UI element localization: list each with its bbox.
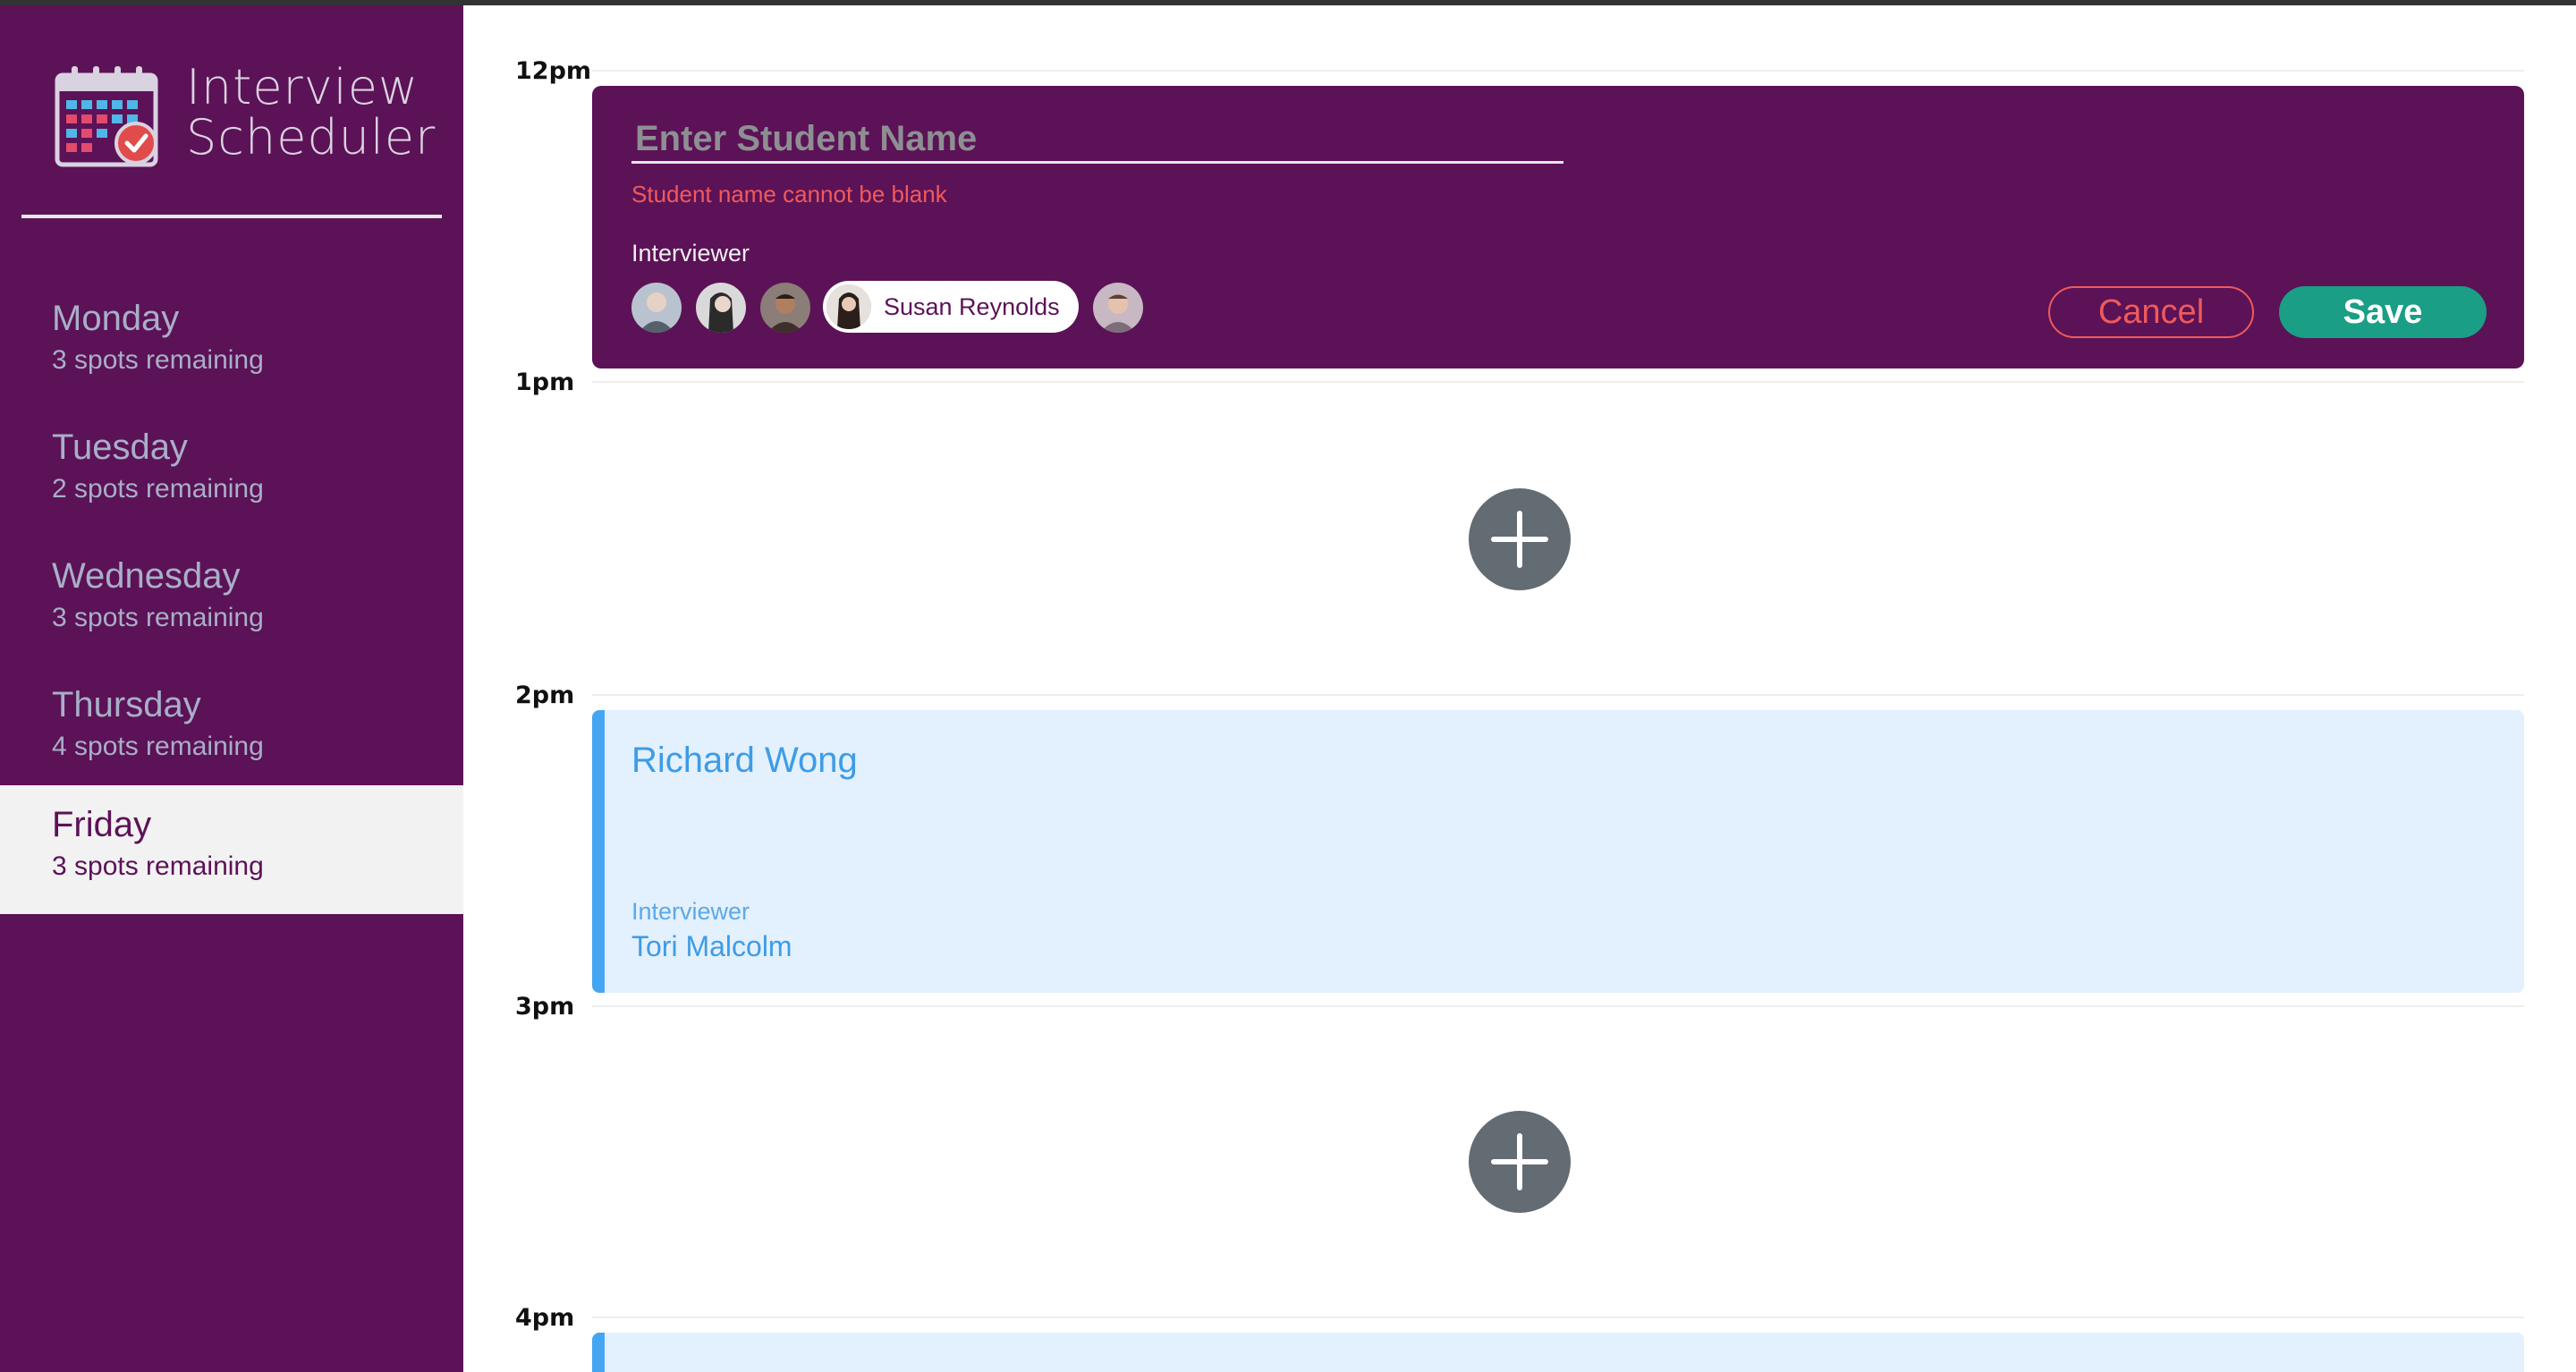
app-title: Interview Scheduler — [186, 63, 436, 163]
day-spots: 3 spots remaining — [52, 851, 264, 881]
plus-icon — [1491, 1133, 1548, 1190]
day-name: Thursday — [52, 685, 201, 724]
appointment-interviewer: Tori Malcolm — [631, 930, 792, 962]
appointment-accent-bar — [592, 1333, 605, 1372]
day-item-friday[interactable]: Friday 3 spots remaining — [0, 785, 463, 914]
app-title-line1: Interview — [186, 59, 419, 115]
time-divider — [592, 1317, 2524, 1318]
day-item-monday[interactable]: Monday 3 spots remaining — [0, 279, 463, 408]
appointment-accent-bar — [592, 710, 605, 993]
appointment-card[interactable] — [592, 1333, 2524, 1372]
day-item-tuesday[interactable]: Tuesday 2 spots remaining — [0, 408, 463, 537]
sidebar: Interview Scheduler Monday 3 spots remai… — [0, 5, 463, 1372]
sidebar-divider — [21, 215, 442, 218]
selected-interviewer[interactable]: Susan Reynolds — [823, 281, 1079, 333]
time-divider — [592, 381, 2524, 383]
appointment-interviewer-label: Interviewer — [631, 898, 750, 925]
person-icon — [708, 292, 733, 333]
selected-interviewer-name: Susan Reynolds — [884, 293, 1060, 320]
interviewer-label: Interviewer — [631, 240, 750, 267]
day-spots: 3 spots remaining — [52, 603, 264, 632]
person-icon — [639, 292, 674, 333]
day-name: Friday — [52, 805, 152, 844]
day-item-wednesday[interactable]: Wednesday 3 spots remaining — [0, 537, 463, 665]
save-button[interactable]: Save — [2279, 286, 2487, 338]
appointment-card[interactable]: Richard Wong Interviewer Tori Malcolm — [592, 710, 2524, 993]
person-icon — [826, 284, 871, 329]
time-label-12pm: 12pm — [515, 57, 592, 85]
time-label-4pm: 4pm — [515, 1304, 575, 1332]
calendar-check-icon — [55, 66, 158, 167]
interviewer-avatar[interactable] — [1093, 283, 1143, 333]
day-spots: 2 spots remaining — [52, 474, 264, 504]
student-name-input[interactable] — [631, 116, 1563, 164]
day-name: Tuesday — [52, 428, 188, 467]
add-appointment-button[interactable] — [1469, 488, 1571, 590]
time-label-2pm: 2pm — [515, 682, 575, 709]
appointment-student: Richard Wong — [631, 741, 858, 780]
time-divider — [592, 70, 2524, 72]
person-icon — [767, 294, 803, 333]
interviewer-avatar — [826, 284, 871, 329]
day-name: Wednesday — [52, 556, 241, 596]
time-label-3pm: 3pm — [515, 993, 575, 1021]
day-spots: 4 spots remaining — [52, 732, 264, 761]
validation-error: Student name cannot be blank — [631, 181, 947, 207]
app-title-line2: Scheduler — [186, 109, 436, 165]
time-divider — [592, 694, 2524, 696]
interviewer-avatar[interactable] — [631, 283, 682, 333]
interviewer-avatar[interactable] — [696, 283, 746, 333]
appointment-form: Student name cannot be blank Interviewer… — [592, 86, 2524, 368]
time-label-1pm: 1pm — [515, 368, 575, 396]
plus-icon — [1491, 511, 1548, 568]
day-item-thursday[interactable]: Thursday 4 spots remaining — [0, 665, 463, 794]
time-divider — [592, 1005, 2524, 1007]
day-name: Monday — [52, 299, 180, 338]
cancel-button[interactable]: Cancel — [2048, 286, 2254, 338]
day-spots: 3 spots remaining — [52, 345, 264, 375]
interviewer-avatar[interactable] — [760, 283, 810, 333]
add-appointment-button[interactable] — [1469, 1111, 1571, 1213]
person-icon — [1100, 294, 1136, 333]
